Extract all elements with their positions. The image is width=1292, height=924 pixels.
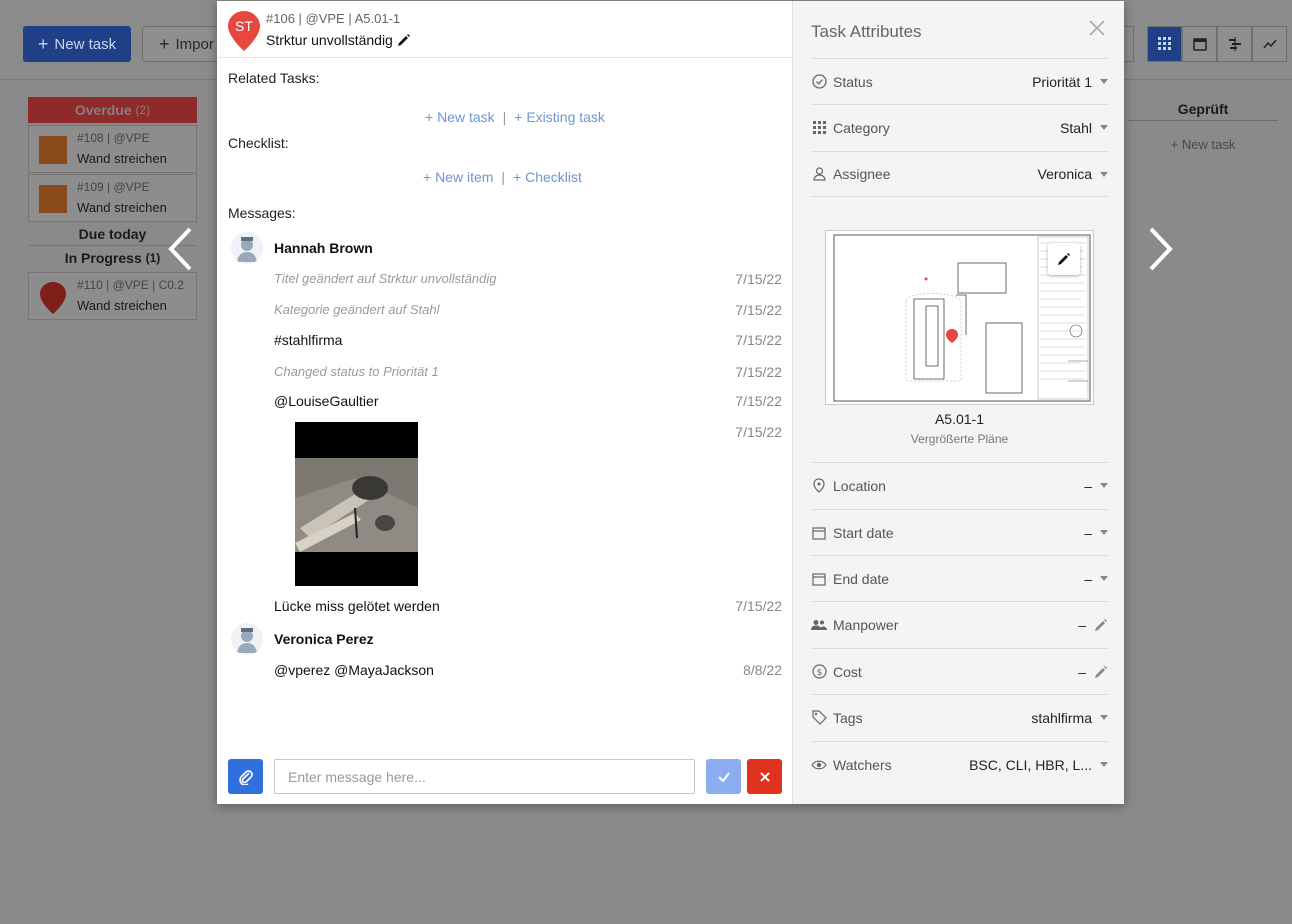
new-related-task-link[interactable]: + New task — [425, 109, 495, 125]
chevron-down-icon — [1100, 762, 1108, 767]
cancel-message-button[interactable] — [747, 759, 782, 794]
chevron-down-icon — [1100, 171, 1108, 177]
board-column-overdue: Overdue (2) #108 | @VPE Wand streichen #… — [28, 97, 197, 320]
category-swatch — [39, 185, 67, 213]
message-entry: Titel geändert auf Strktur unvollständig… — [274, 271, 782, 287]
search-field-edge[interactable] — [1124, 26, 1134, 62]
board-card[interactable]: #109 | @VPE Wand streichen — [28, 174, 197, 222]
attribute-watchers[interactable]: Watchers BSC, CLI, HBR, L... — [811, 741, 1108, 787]
chevron-down-icon — [1100, 79, 1108, 84]
task-header: ST #106 | @VPE | A5.01-1 Strktur unvolls… — [217, 1, 792, 58]
new-task-button[interactable]: + New task — [23, 26, 131, 62]
people-icon — [811, 619, 827, 630]
chevron-down-icon — [1100, 576, 1108, 581]
task-title[interactable]: Strktur unvollständig — [266, 32, 411, 48]
plus-icon: + — [37, 33, 49, 54]
message-author: Veronica Perez — [274, 631, 374, 647]
avatar — [231, 232, 263, 264]
close-icon — [759, 771, 770, 782]
checkmark-icon — [717, 771, 730, 783]
chart-view-icon[interactable] — [1252, 26, 1287, 62]
chevron-down-icon — [1100, 530, 1108, 535]
message-entry: Changed status to Priorität 1 7/15/22 — [274, 364, 782, 380]
message-author: Hannah Brown — [274, 240, 373, 256]
board-column-geprueft: Geprüft + New task — [1128, 97, 1278, 152]
checklist-label: Checklist: — [228, 135, 289, 151]
edit-plan-button[interactable] — [1048, 243, 1080, 275]
task-meta: #106 | @VPE | A5.01-1 — [266, 11, 401, 26]
next-task-arrow-icon[interactable] — [1145, 226, 1175, 272]
add-checklist-link[interactable]: + Checklist — [513, 169, 582, 185]
attribute-assignee[interactable]: Assignee Veronica — [811, 151, 1108, 197]
related-tasks-label: Related Tasks: — [228, 70, 320, 86]
send-message-button[interactable] — [706, 759, 741, 794]
tag-icon — [811, 710, 827, 725]
column-header-overdue: Overdue (2) — [28, 97, 197, 123]
chevron-down-icon — [1100, 483, 1108, 488]
attribute-location[interactable]: Location – — [811, 462, 1108, 508]
task-main-panel: ST #106 | @VPE | A5.01-1 Strktur unvolls… — [217, 1, 793, 804]
category-swatch — [39, 136, 67, 164]
column-header-geprueft: Geprüft — [1128, 97, 1278, 121]
user-icon — [812, 167, 826, 181]
board-card[interactable]: #108 | @VPE Wand streichen — [28, 125, 197, 173]
dollar-circle-icon: $ — [811, 664, 827, 679]
column-new-task-link[interactable]: + New task — [1128, 137, 1278, 152]
attribute-start-date[interactable]: Start date – — [811, 509, 1108, 555]
edit-pencil-icon[interactable] — [1094, 665, 1108, 679]
separator: | — [502, 109, 507, 125]
plus-icon: + — [159, 33, 170, 54]
separator: | — [501, 169, 506, 185]
eye-icon — [811, 760, 827, 769]
attribute-tags[interactable]: Tags stahlfirma — [811, 694, 1108, 740]
task-attributes-panel: Task Attributes Status Priorität 1 Categ… — [793, 1, 1124, 804]
edit-pencil-icon — [1058, 253, 1070, 265]
messages-label: Messages: — [228, 205, 296, 221]
new-item-link[interactable]: + New item — [423, 169, 493, 185]
svg-text:$: $ — [816, 668, 822, 678]
message-photo[interactable] — [295, 422, 418, 586]
attribute-end-date[interactable]: End date – — [811, 555, 1108, 601]
checklist-actions: + New item | + Checklist — [423, 169, 582, 185]
photo-content — [295, 458, 418, 552]
related-tasks-actions: + New task | + Existing task — [425, 109, 605, 125]
edit-pencil-icon[interactable] — [1094, 618, 1108, 632]
message-entry: Kategorie geändert auf Stahl 7/15/22 — [274, 302, 782, 318]
chevron-down-icon — [1100, 125, 1108, 130]
attribute-manpower[interactable]: Manpower – — [811, 601, 1108, 647]
previous-task-arrow-icon[interactable] — [166, 226, 196, 272]
location-pin-icon — [40, 282, 66, 314]
attribute-status[interactable]: Status Priorität 1 — [811, 58, 1108, 104]
attribute-category[interactable]: Category Stahl — [811, 104, 1108, 150]
location-pin-icon — [813, 478, 825, 493]
plan-name: A5.01-1 — [934, 411, 985, 427]
message-input[interactable] — [274, 759, 695, 794]
paperclip-icon — [238, 769, 253, 785]
message-entry: #stahlfirma 7/15/22 — [274, 332, 782, 348]
check-circle-icon — [811, 74, 827, 89]
plan-subtitle: Vergrößerte Pläne — [910, 432, 1009, 446]
existing-task-link[interactable]: + Existing task — [514, 109, 605, 125]
edit-pencil-icon[interactable] — [397, 33, 411, 47]
message-entry: @vperez @MayaJackson 8/8/22 — [274, 662, 782, 678]
calendar-icon — [812, 572, 826, 586]
chevron-down-icon — [1100, 715, 1108, 720]
grid-icon — [812, 121, 826, 134]
message-composer — [217, 759, 793, 795]
task-initials: ST — [235, 18, 253, 34]
view-switcher — [1147, 26, 1287, 62]
task-detail-modal: ST #106 | @VPE | A5.01-1 Strktur unvolls… — [217, 1, 1124, 804]
grid-view-icon[interactable] — [1147, 26, 1182, 62]
attach-button[interactable] — [228, 759, 263, 794]
message-entry: @LouiseGaultier 7/15/22 — [274, 393, 782, 409]
attribute-cost[interactable]: $ Cost – — [811, 648, 1108, 694]
close-modal-icon[interactable] — [1088, 19, 1106, 37]
board-card[interactable]: #110 | @VPE | C0.2 Wand streichen — [28, 272, 197, 320]
message-entry: Lücke miss gelötet werden 7/15/22 — [274, 598, 782, 614]
avatar — [231, 623, 263, 655]
calendar-icon — [812, 526, 826, 540]
calendar-view-icon[interactable] — [1182, 26, 1217, 62]
gantt-view-icon[interactable] — [1217, 26, 1252, 62]
attributes-title: Task Attributes — [811, 22, 922, 41]
